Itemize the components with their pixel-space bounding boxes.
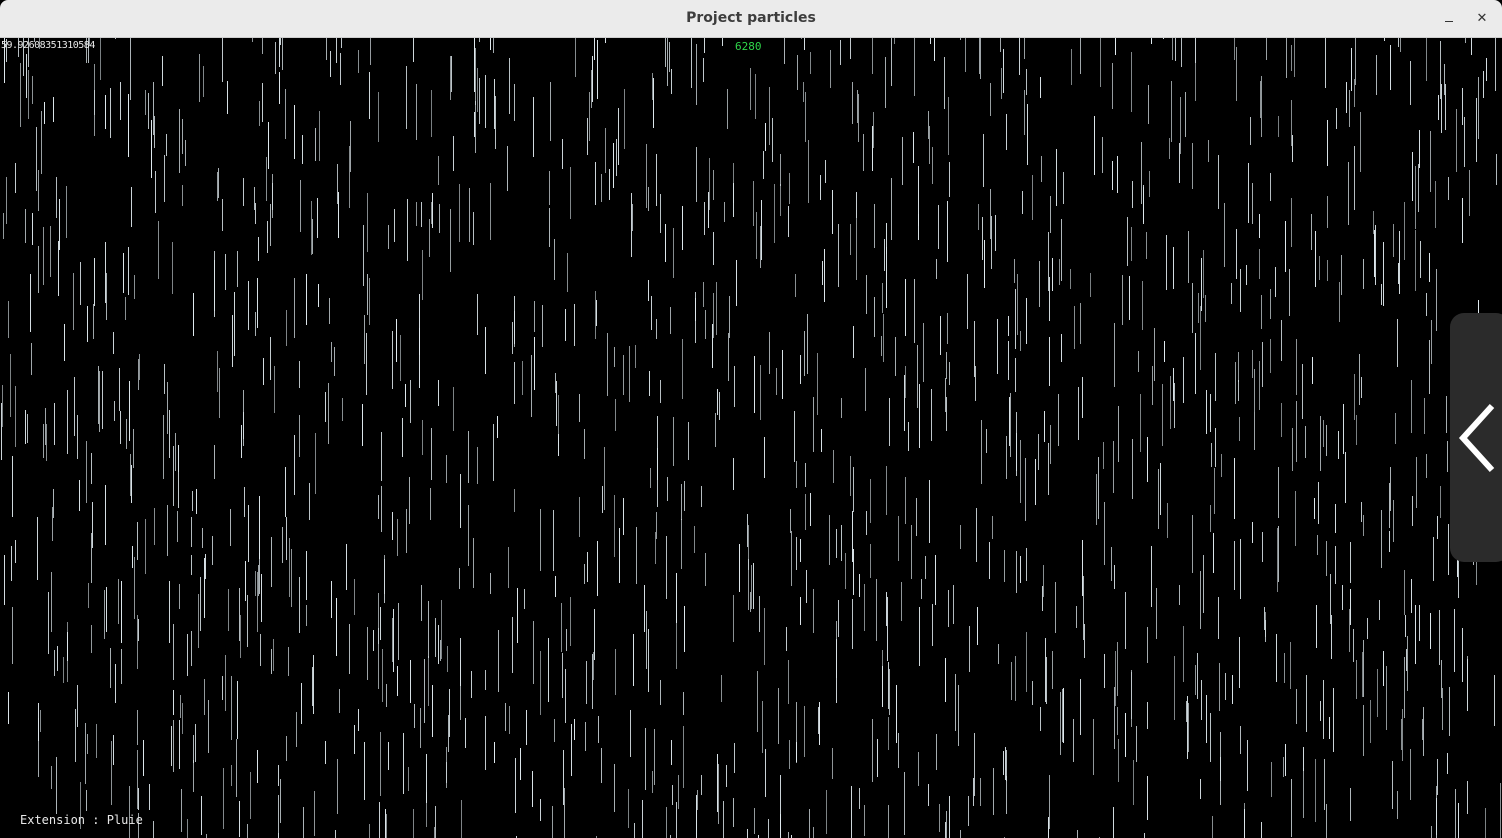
extension-label: Extension : Pluie — [20, 813, 143, 827]
chevron-left-icon — [1458, 403, 1495, 473]
particle-count: 6280 — [735, 40, 762, 53]
rain-particles — [1, 38, 1501, 838]
minimize-button[interactable] — [1438, 8, 1460, 30]
window-title: Project particles — [686, 10, 816, 26]
particle-canvas[interactable]: 59.92608351310584 6280 Extension : Pluie — [0, 38, 1502, 838]
close-button[interactable]: ✕ — [1471, 8, 1493, 30]
fps-counter: 59.92608351310584 — [1, 40, 95, 51]
title-bar[interactable]: Project particles ✕ — [0, 0, 1502, 38]
app-window: Project particles ✕ 59.92608351310584 62… — [0, 0, 1502, 838]
side-panel-toggle[interactable] — [1450, 313, 1502, 562]
minimize-icon — [1445, 21, 1453, 22]
